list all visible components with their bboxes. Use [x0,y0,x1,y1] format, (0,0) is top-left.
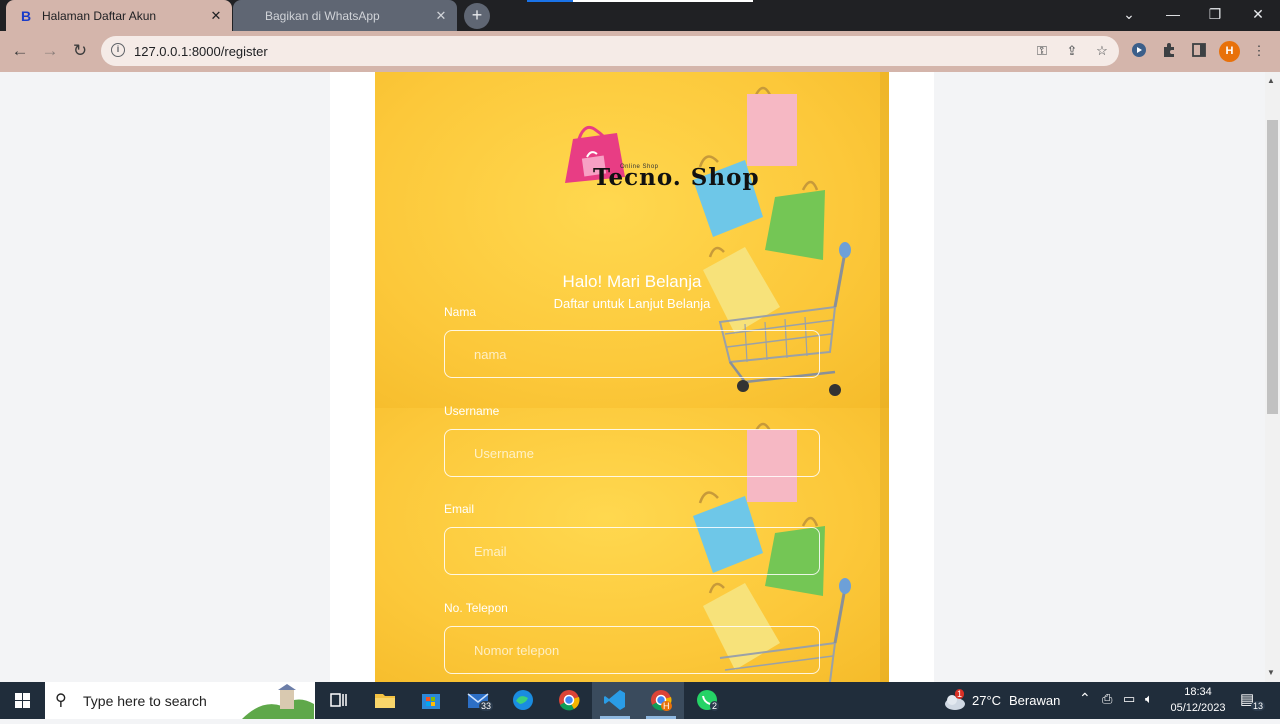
vscode-icon[interactable] [600,685,630,715]
battery-icon[interactable]: ▭ [1123,691,1135,707]
mail-badge: 33 [479,701,494,711]
chrome-icon[interactable] [554,685,584,715]
key-icon[interactable]: ⚿ [1033,43,1051,61]
nama-input[interactable] [444,330,820,378]
page-viewport: Online Shop Tecno. Shop Halo! Mari Belan… [0,72,1265,682]
search-placeholder: Type here to search [83,693,207,709]
reload-button[interactable]: ↻ [68,40,92,64]
logo-brand: Tecno. Shop [593,164,760,191]
scrollbar-thumb[interactable] [1267,120,1278,414]
puzzle-icon[interactable] [1160,42,1178,60]
side-panel-icon[interactable] [1190,42,1208,60]
bookmark-star-icon[interactable]: ☆ [1093,43,1111,61]
restore-button[interactable]: ❐ [1193,0,1237,31]
username-label: Username [444,404,500,418]
extension-icon[interactable] [1130,42,1148,60]
weather-cloud-icon[interactable] [940,685,970,715]
address-bar[interactable]: i 127.0.0.1:8000/register [101,36,1119,66]
site-favicon: B [20,7,32,24]
email-input[interactable] [444,527,820,575]
file-explorer-icon[interactable] [370,685,400,715]
meet-now-icon[interactable]: ⎙ [1102,691,1112,707]
windows-logo-icon [15,693,30,708]
notification-badge: 13 [1251,701,1266,711]
close-icon[interactable]: ✕ [206,8,226,24]
search-highlight-illustration [242,684,314,719]
minimize-button[interactable]: — [1151,0,1195,31]
close-window-button[interactable]: ✕ [1236,0,1280,31]
tab-indicator [527,0,573,2]
clock-time: 18:34 [1184,686,1212,698]
microsoft-store-icon[interactable] [416,685,446,715]
close-icon[interactable]: ✕ [431,8,451,24]
profile-avatar[interactable]: H [1219,41,1240,62]
scroll-up-arrow-icon[interactable]: ▲ [1267,76,1275,85]
telepon-label: No. Telepon [444,601,508,615]
chrome-profile-icon[interactable] [646,685,676,715]
tab-title: Halaman Daftar Akun [42,8,157,23]
taskbar-search-box[interactable]: ⚲ Type here to search [45,682,315,719]
register-card: Online Shop Tecno. Shop Halo! Mari Belan… [375,72,889,682]
address-url[interactable]: 127.0.0.1:8000/register [134,44,268,59]
forward-button[interactable]: → [38,40,62,64]
task-view-icon[interactable] [324,685,354,715]
new-tab-button[interactable]: + [464,3,490,29]
whatsapp-badge: 2 [710,701,720,711]
temperature[interactable]: 27°C [972,693,1001,708]
share-icon[interactable]: ⇪ [1063,43,1081,61]
menu-kebab-icon[interactable]: ⋮ [1250,42,1268,60]
start-button[interactable] [0,682,45,719]
tab-bagikan-whatsapp[interactable]: Bagikan di WhatsApp ✕ [233,0,457,31]
username-input[interactable] [444,429,820,477]
clock-date: 05/12/2023 [1170,702,1226,714]
background-edge [880,72,889,682]
tab-title: Bagikan di WhatsApp [265,8,380,23]
tab-search-icon[interactable]: ⌄ [1107,0,1151,31]
chrome-profile-badge: H [661,701,672,711]
email-label: Email [444,502,475,516]
volume-icon[interactable]: 🔈︎ [1145,691,1153,707]
weather-condition[interactable]: Berawan [1009,693,1060,708]
site-info-icon[interactable]: i [111,43,125,57]
system-clock[interactable]: 18:34 05/12/2023 [1166,684,1230,716]
whatsapp-icon[interactable] [692,685,722,715]
weather-badge: 1 [955,689,965,699]
tab-indicator [573,0,753,2]
search-icon: ⚲ [55,692,67,709]
tray-chevron-up-icon[interactable]: ⌃ [1079,690,1091,707]
scroll-down-arrow-icon[interactable]: ▼ [1267,668,1275,677]
telepon-input[interactable] [444,626,820,674]
greeting-heading: Halo! Mari Belanja [562,272,702,291]
back-button[interactable]: ← [8,40,32,64]
edge-icon[interactable] [508,685,538,715]
nama-label: Nama [444,305,477,319]
tab-halaman-daftar-akun[interactable]: B Halaman Daftar Akun ✕ [6,0,232,31]
